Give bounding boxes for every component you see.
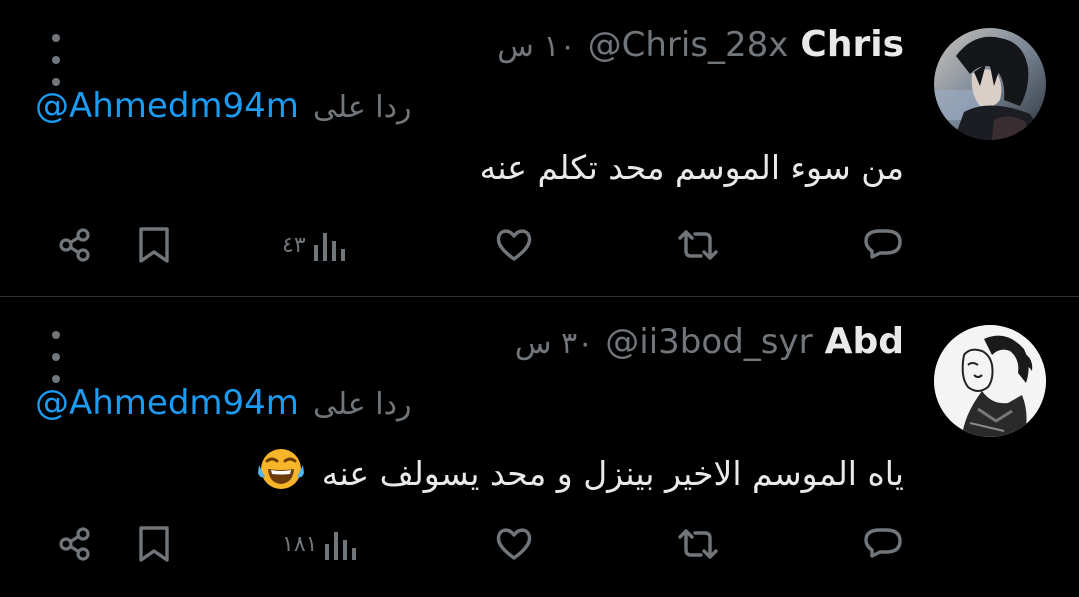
bookmark-icon[interactable] (136, 514, 172, 574)
avatar[interactable] (934, 28, 1046, 140)
tweet-header: Abd @ii3bod_syr ٣٠ س (515, 321, 904, 362)
views-count: ١٨١ (282, 531, 318, 557)
bookmark-icon[interactable] (136, 215, 172, 275)
user-handle[interactable]: @Chris_28x (588, 25, 789, 65)
retweet-icon[interactable] (675, 215, 721, 275)
display-name[interactable]: Chris (800, 24, 904, 65)
more-vertical-icon[interactable] (47, 34, 65, 86)
tweet[interactable]: Abd @ii3bod_syr ٣٠ س @Ahmedm94m ردا على … (0, 297, 1079, 597)
more-vertical-icon[interactable] (47, 331, 65, 383)
share-icon[interactable] (55, 215, 95, 275)
reply-icon[interactable] (862, 514, 904, 574)
views-button[interactable]: ٤٣ (282, 215, 348, 275)
action-bar: ٤٣ (0, 215, 1079, 275)
views-count: ٤٣ (282, 232, 306, 258)
user-handle[interactable]: @ii3bod_syr (605, 322, 812, 362)
avatar[interactable] (934, 325, 1046, 437)
tweet-text-content: من سوء الموسم محد تكلم عنه (479, 148, 904, 187)
share-icon[interactable] (55, 514, 95, 574)
views-chart-icon (313, 233, 345, 261)
heart-icon[interactable] (494, 514, 534, 574)
tweet[interactable]: Chris @Chris_28x ١٠ س @Ahmedm94m ردا على… (0, 0, 1079, 297)
reply-context: @Ahmedm94m ردا على (35, 383, 412, 423)
reply-context: @Ahmedm94m ردا على (35, 86, 412, 126)
timestamp[interactable]: ٣٠ س (515, 326, 593, 361)
reply-prefix: ردا على (312, 387, 412, 422)
face-with-tears-of-joy-icon (257, 447, 305, 499)
timestamp[interactable]: ١٠ س (497, 29, 575, 64)
reply-mention-link[interactable]: @Ahmedm94m (35, 86, 299, 126)
reply-mention-link[interactable]: @Ahmedm94m (35, 383, 299, 423)
retweet-icon[interactable] (675, 514, 721, 574)
views-button[interactable]: ١٨١ (282, 514, 359, 574)
tweet-text: ياه الموسم الاخير بينزل و محد يسولف عنه (257, 447, 904, 499)
views-chart-icon (325, 532, 357, 560)
heart-icon[interactable] (494, 215, 534, 275)
tweet-text: من سوء الموسم محد تكلم عنه (480, 148, 904, 187)
display-name[interactable]: Abd (825, 321, 904, 362)
reply-icon[interactable] (862, 215, 904, 275)
reply-prefix: ردا على (312, 90, 412, 125)
tweet-text-content: ياه الموسم الاخير بينزل و محد يسولف عنه (321, 454, 904, 493)
action-bar: ١٨١ (0, 514, 1079, 574)
tweet-header: Chris @Chris_28x ١٠ س (497, 24, 904, 65)
